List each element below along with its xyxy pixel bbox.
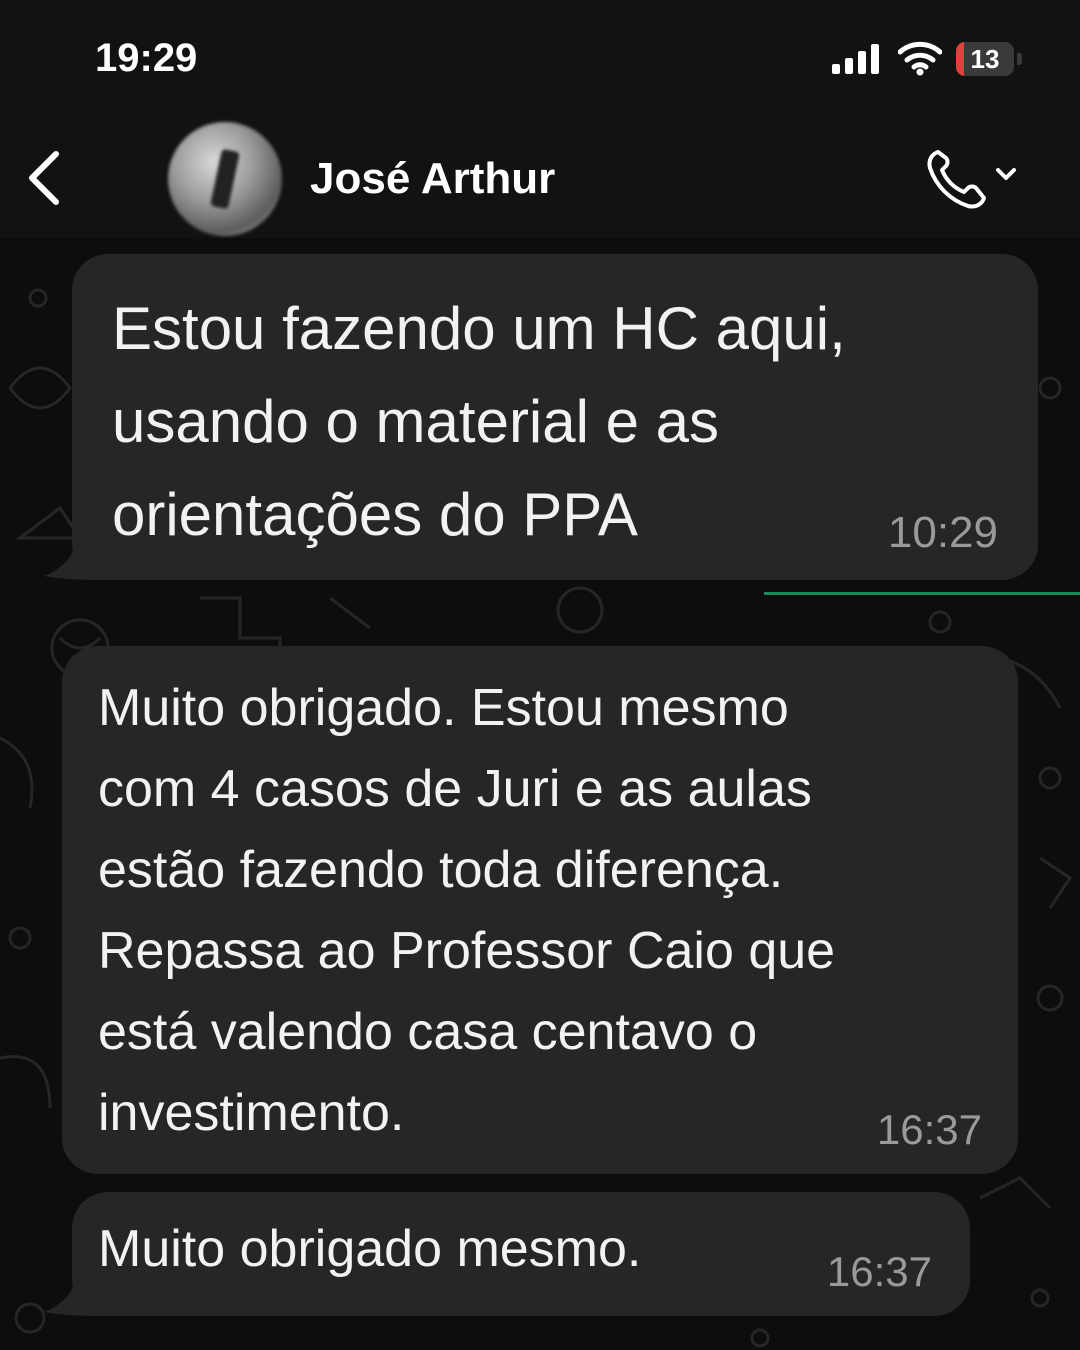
message-bubble[interactable]: Muito obrigado. Estou mesmo com 4 casos … xyxy=(62,646,1018,1174)
chevron-left-icon[interactable] xyxy=(22,148,70,208)
message-time: 16:37 xyxy=(826,1248,932,1295)
status-time: 19:29 xyxy=(95,36,198,80)
chat-header: José Arthur xyxy=(0,118,1080,238)
chevron-down-icon xyxy=(996,168,1016,180)
message-time: 10:29 xyxy=(887,508,998,557)
phone-icon[interactable] xyxy=(924,142,1028,212)
signal-icon xyxy=(832,44,879,74)
message-bubble[interactable]: Muito obrigado mesmo. 16:37 xyxy=(72,1192,970,1316)
message-text: Muito obrigado mesmo. xyxy=(98,1220,642,1278)
unread-divider xyxy=(764,592,1080,595)
bubble-tail xyxy=(44,536,104,580)
contact-name[interactable]: José Arthur xyxy=(310,154,555,204)
message-text: Muito obrigado. Estou mesmo com 4 casos … xyxy=(98,679,836,1142)
battery-icon: 13 xyxy=(956,42,1024,76)
message-time: 16:37 xyxy=(876,1106,982,1153)
battery-level: 13 xyxy=(970,44,1000,74)
avatar[interactable] xyxy=(168,122,282,236)
status-bar: 19:29 13 xyxy=(0,0,1080,118)
message-bubble[interactable]: Estou fazendo um HC aqui, usando o mater… xyxy=(72,254,1038,580)
message-text: Estou fazendo um HC aqui, usando o mater… xyxy=(112,295,846,548)
wifi-icon xyxy=(898,41,942,76)
bubble-tail xyxy=(44,1272,104,1316)
